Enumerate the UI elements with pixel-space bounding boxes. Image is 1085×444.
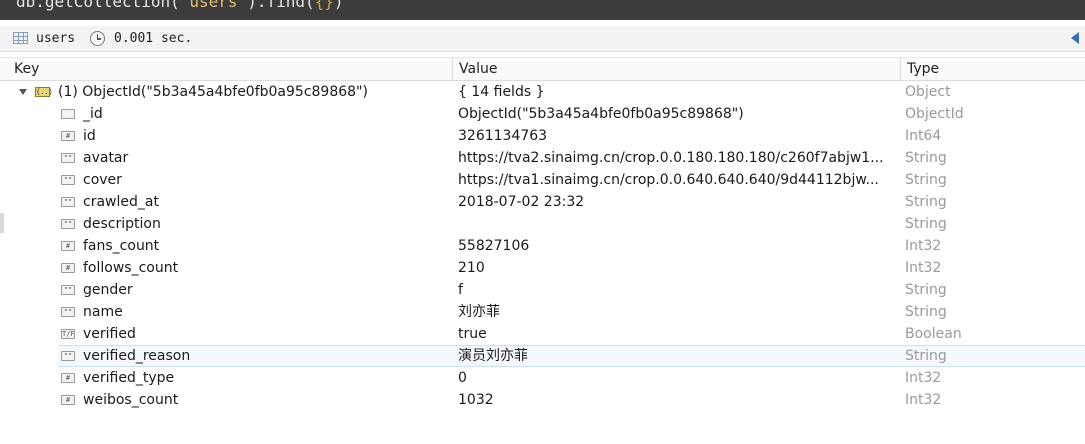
field-row[interactable]: "" verified_reason 演员刘亦菲 String bbox=[58, 345, 1085, 367]
field-row[interactable]: T/F verified true Boolean bbox=[0, 323, 1085, 345]
field-type: ObjectId bbox=[905, 106, 964, 122]
field-value: true bbox=[458, 326, 487, 342]
field-type-icon: # bbox=[61, 373, 75, 383]
field-row[interactable]: # fans_count 55827106 Int32 bbox=[0, 235, 1085, 257]
field-key: verified_reason bbox=[83, 348, 191, 364]
field-type: Int32 bbox=[905, 260, 942, 276]
query-arg: {} bbox=[314, 0, 334, 11]
field-type: String bbox=[905, 282, 947, 298]
field-type: Int32 bbox=[905, 370, 942, 386]
field-key: follows_count bbox=[83, 260, 179, 276]
row-type: Object bbox=[905, 84, 951, 100]
column-header-key[interactable]: Key bbox=[0, 58, 453, 80]
field-type-icon: # bbox=[61, 395, 75, 405]
field-key: gender bbox=[83, 282, 133, 298]
field-value: 刘亦菲 bbox=[458, 304, 500, 320]
column-header-type[interactable]: Type bbox=[901, 58, 1085, 80]
query-time: 0.001 sec. bbox=[114, 31, 193, 46]
field-key: cover bbox=[83, 172, 122, 188]
column-header-value[interactable]: Value bbox=[453, 58, 901, 80]
field-value: 3261134763 bbox=[458, 128, 548, 144]
field-type: Int32 bbox=[905, 238, 942, 254]
field-row[interactable]: "" avatar https://tva2.sinaimg.cn/crop.0.0… bbox=[0, 147, 1085, 169]
field-value: 55827106 bbox=[458, 238, 530, 254]
field-type: String bbox=[905, 194, 947, 210]
field-type: Int32 bbox=[905, 392, 942, 408]
field-key: _id bbox=[83, 106, 103, 122]
field-type-icon: # bbox=[61, 131, 75, 141]
field-row[interactable]: "" name 刘亦菲 String bbox=[0, 301, 1085, 323]
field-type-icon: "" bbox=[61, 197, 75, 207]
query-prefix: db.getCollection( bbox=[16, 0, 180, 11]
field-value: f bbox=[458, 282, 463, 298]
field-value: 2018-07-02 23:32 bbox=[458, 194, 585, 210]
field-row[interactable]: _id ObjectId("5b3a45a4bfe0fb0a95c89868") O… bbox=[0, 103, 1085, 125]
field-key: verified bbox=[83, 326, 136, 342]
field-type-icon: "" bbox=[61, 285, 75, 295]
field-value: https://tva1.sinaimg.cn/crop.0.0.640.640… bbox=[458, 172, 879, 188]
query-end: ) bbox=[333, 0, 344, 11]
query-editor[interactable]: db.getCollection('users').find({}) bbox=[0, 0, 1085, 20]
field-type: String bbox=[905, 150, 947, 166]
document-row[interactable]: {..} (1) ObjectId("5b3a45a4bfe0fb0a95c89… bbox=[0, 81, 1085, 103]
grid-header: Key Value Type bbox=[0, 57, 1085, 81]
field-value: 0 bbox=[458, 370, 467, 386]
field-key: name bbox=[83, 304, 123, 320]
field-type-icon: "" bbox=[61, 153, 75, 163]
field-value: https://tva2.sinaimg.cn/crop.0.0.180.180… bbox=[458, 150, 884, 166]
field-type-icon: # bbox=[61, 263, 75, 273]
field-type-icon bbox=[61, 109, 75, 119]
field-value: 演员刘亦菲 bbox=[458, 348, 528, 364]
field-row[interactable]: "" description String bbox=[0, 213, 1085, 235]
field-row[interactable]: "" crawled_at 2018-07-02 23:32 String bbox=[0, 191, 1085, 213]
field-key: avatar bbox=[83, 150, 129, 166]
object-icon: {..} bbox=[35, 87, 53, 97]
field-key: verified_type bbox=[83, 370, 175, 386]
clock-icon bbox=[90, 31, 105, 46]
field-type-icon: "" bbox=[61, 351, 75, 361]
field-row[interactable]: "" cover https://tva1.sinaimg.cn/crop.0.0.… bbox=[0, 169, 1085, 191]
field-type: Int64 bbox=[905, 128, 942, 144]
expand-arrow-icon[interactable] bbox=[19, 89, 27, 95]
query-collection-literal: 'users' bbox=[179, 0, 248, 11]
collection-name: users bbox=[36, 31, 76, 46]
query-text[interactable]: db.getCollection('users').find({}) bbox=[16, 0, 344, 11]
row-value: { 14 fields } bbox=[458, 84, 545, 100]
field-row[interactable]: "" gender f String bbox=[0, 279, 1085, 301]
field-row[interactable]: # follows_count 210 Int32 bbox=[0, 257, 1085, 279]
field-type-icon: T/F bbox=[61, 329, 75, 339]
field-key: weibos_count bbox=[83, 392, 179, 408]
field-key: fans_count bbox=[83, 238, 160, 254]
field-row[interactable]: # verified_type 0 Int32 bbox=[0, 367, 1085, 389]
field-type-icon: "" bbox=[61, 175, 75, 185]
result-info-bar: users 0.001 sec. bbox=[0, 26, 1085, 52]
collapse-arrow-icon[interactable] bbox=[1071, 32, 1079, 44]
field-type-icon: "" bbox=[61, 307, 75, 317]
field-row[interactable]: # weibos_count 1032 Int32 bbox=[0, 389, 1085, 411]
table-icon bbox=[13, 32, 28, 44]
query-suffix: ).find( bbox=[247, 0, 315, 11]
field-type-icon: "" bbox=[61, 219, 75, 229]
field-type: String bbox=[905, 216, 947, 232]
field-type-icon: # bbox=[61, 241, 75, 251]
field-type: String bbox=[905, 172, 947, 188]
field-value: 210 bbox=[458, 260, 485, 276]
document-tree: {..} (1) ObjectId("5b3a45a4bfe0fb0a95c89… bbox=[0, 81, 1085, 411]
field-type: String bbox=[905, 348, 947, 364]
field-key: crawled_at bbox=[83, 194, 159, 210]
field-type: Boolean bbox=[905, 326, 962, 342]
field-value: 1032 bbox=[458, 392, 494, 408]
field-row[interactable]: # id 3261134763 Int64 bbox=[0, 125, 1085, 147]
field-type: String bbox=[905, 304, 947, 320]
left-scrollbar[interactable] bbox=[0, 213, 4, 233]
field-key: id bbox=[83, 128, 96, 144]
row-key: (1) ObjectId("5b3a45a4bfe0fb0a95c89868") bbox=[58, 84, 368, 100]
field-value: ObjectId("5b3a45a4bfe0fb0a95c89868") bbox=[458, 106, 744, 122]
field-key: description bbox=[83, 216, 161, 232]
